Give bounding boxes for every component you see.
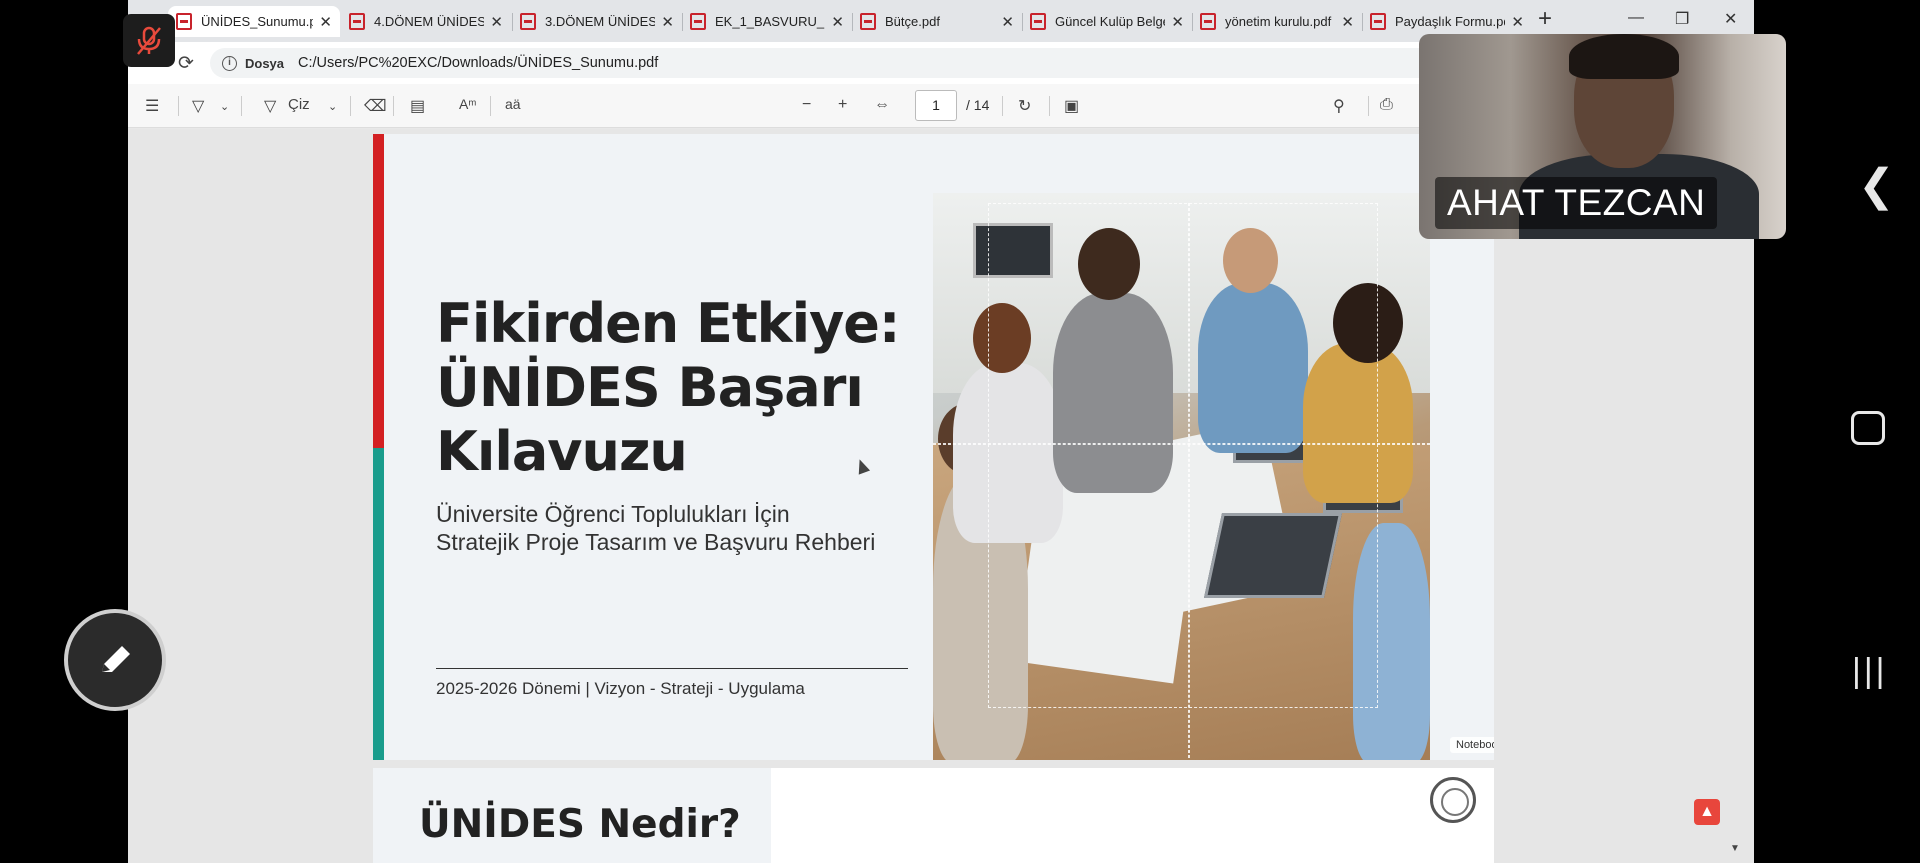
pdf-icon [520, 13, 536, 30]
chevron-down-icon[interactable]: ⌄ [220, 100, 229, 113]
pdf-icon [349, 13, 365, 30]
close-icon[interactable]: ✕ [490, 13, 503, 31]
info-icon[interactable]: i [222, 55, 237, 71]
title-line: Fikirden Etkiye: [436, 292, 901, 355]
participant-name: AHAT TEZCAN [1435, 177, 1718, 229]
tab-guncel-kulup[interactable]: Güncel Kulüp Belge ✕ [1022, 6, 1192, 37]
draw-icon[interactable]: ▽ [264, 96, 276, 116]
tab-unides-sunumu[interactable]: ÜNİDES_Sunumu.pdf ✕ [168, 6, 340, 37]
tab-label: 3.DÖNEM ÜNİDES S [545, 14, 656, 29]
new-tab-button[interactable]: + [1538, 5, 1552, 33]
zoom-in-icon[interactable]: + [838, 96, 847, 114]
close-icon[interactable]: ✕ [319, 13, 332, 31]
pdf-icon [1200, 13, 1216, 30]
tab-label: Güncel Kulüp Belge [1055, 14, 1166, 29]
accent-bar-teal [373, 448, 384, 760]
tab-paydaslik-formu[interactable]: Paydaşlık Formu.pdf ✕ [1362, 6, 1532, 37]
close-icon[interactable]: ✕ [1511, 13, 1524, 31]
notebooklm-badge: NotebookLM [1450, 737, 1494, 753]
slide-footer: 2025-2026 Dönemi | Vizyon - Strateji - U… [436, 679, 805, 698]
muted-mic-icon [137, 26, 161, 55]
team-meeting-photo [933, 193, 1430, 760]
close-icon[interactable]: ✕ [661, 13, 674, 31]
pdf-action-icon[interactable]: ▲ [1694, 799, 1720, 825]
subtitle-line: Stratejik Proje Tasarım ve Başvuru Rehbe… [436, 529, 876, 555]
slide-page-1: Fikirden Etkiye: ÜNİDES Başarı Kılavuzu … [373, 134, 1494, 760]
draw-label[interactable]: Çiz [288, 96, 310, 113]
close-icon[interactable]: ✕ [1341, 13, 1354, 31]
read-aloud-icon[interactable]: Aᵐ [459, 96, 476, 112]
slide2-title: ÜNİDES Nedir? [419, 802, 741, 847]
subtitle-line: Üniversite Öğrenci Toplulukları İçin [436, 501, 790, 527]
restore-icon[interactable]: ❐ [1675, 9, 1689, 29]
minimize-icon[interactable]: — [1628, 9, 1644, 27]
slide-page-2: ÜNİDES Nedir? [373, 768, 1494, 863]
home-icon[interactable] [1851, 411, 1885, 445]
participant-video-tile[interactable]: AHAT TEZCAN [1419, 34, 1786, 239]
divider [436, 668, 908, 669]
translate-icon[interactable]: aä [505, 96, 521, 112]
tab-yonetim-kurulu[interactable]: yönetim kurulu.pdf ✕ [1192, 6, 1362, 37]
tab-3-donem[interactable]: 3.DÖNEM ÜNİDES S ✕ [512, 6, 682, 37]
print-icon[interactable]: ⎙ [1380, 96, 1393, 114]
tab-label: Bütçe.pdf [885, 14, 940, 29]
pdf-icon [176, 13, 192, 30]
tab-label: ÜNİDES_Sunumu.pdf [201, 14, 314, 29]
slide-title: Fikirden Etkiye: ÜNİDES Başarı Kılavuzu [436, 292, 956, 484]
tab-label: 4.DÖNEM ÜNİDES S [374, 14, 485, 29]
contents-icon[interactable]: ☰ [145, 96, 159, 116]
tab-butce[interactable]: Bütçe.pdf ✕ [852, 6, 1022, 37]
pdf-icon [1370, 13, 1386, 30]
close-icon[interactable]: ✕ [831, 13, 844, 31]
tab-label: yönetim kurulu.pdf [1225, 14, 1332, 29]
url-field[interactable]: i Dosya C:/Users/PC%20EXC/Downloads/ÜNİD… [210, 48, 1560, 78]
zoom-out-icon[interactable]: − [802, 96, 811, 114]
pdf-icon [1030, 13, 1046, 30]
text-box-icon[interactable]: ▤ [410, 96, 425, 116]
close-icon[interactable]: ✕ [1001, 13, 1014, 31]
reload-icon[interactable]: ⟳ [178, 52, 194, 75]
eraser-icon[interactable]: ⌫ [364, 96, 387, 116]
pdf-icon [860, 13, 876, 30]
annotate-pen-button[interactable] [64, 609, 166, 711]
search-icon[interactable]: ⚲ [1333, 96, 1345, 116]
pdf-icon [690, 13, 706, 30]
url-scheme-label: Dosya [245, 55, 285, 71]
page-count: / 14 [966, 97, 990, 113]
fit-width-icon[interactable]: ⇔ [874, 96, 890, 114]
page-view-icon[interactable]: ▣ [1064, 96, 1079, 116]
page-number-input[interactable]: 1 [915, 90, 957, 121]
recents-icon[interactable]: ||| [1852, 652, 1888, 691]
url-text: C:/Users/PC%20EXC/Downloads/ÜNİDES_Sunum… [298, 55, 659, 71]
back-icon[interactable]: ❮ [1858, 160, 1895, 211]
tab-ek1-basvuru[interactable]: EK_1_BASVURU_FO ✕ [682, 6, 852, 37]
tab-label: Paydaşlık Formu.pdf [1395, 14, 1506, 29]
title-line: ÜNİDES Başarı [436, 356, 864, 419]
title-line: Kılavuzu [436, 420, 688, 483]
tab-label: EK_1_BASVURU_FO [715, 14, 825, 29]
accent-bar-red [373, 134, 384, 448]
pdf-document-area[interactable]: Fikirden Etkiye: ÜNİDES Başarı Kılavuzu … [128, 129, 1754, 863]
scroll-down-icon[interactable]: ▼ [1730, 843, 1740, 854]
chevron-down-icon[interactable]: ⌄ [328, 100, 337, 113]
close-icon[interactable]: ✕ [1171, 13, 1184, 31]
highlight-icon[interactable]: ▽ [192, 96, 204, 116]
tab-4-donem[interactable]: 4.DÖNEM ÜNİDES S ✕ [341, 6, 511, 37]
muted-mic-button[interactable] [123, 14, 175, 67]
window-close-icon[interactable]: ✕ [1724, 9, 1737, 29]
pencil-icon [102, 646, 130, 672]
rotate-icon[interactable]: ↻ [1018, 96, 1031, 116]
university-seal-icon [1430, 777, 1476, 823]
slide-subtitle: Üniversite Öğrenci Toplulukları İçin Str… [436, 500, 936, 556]
